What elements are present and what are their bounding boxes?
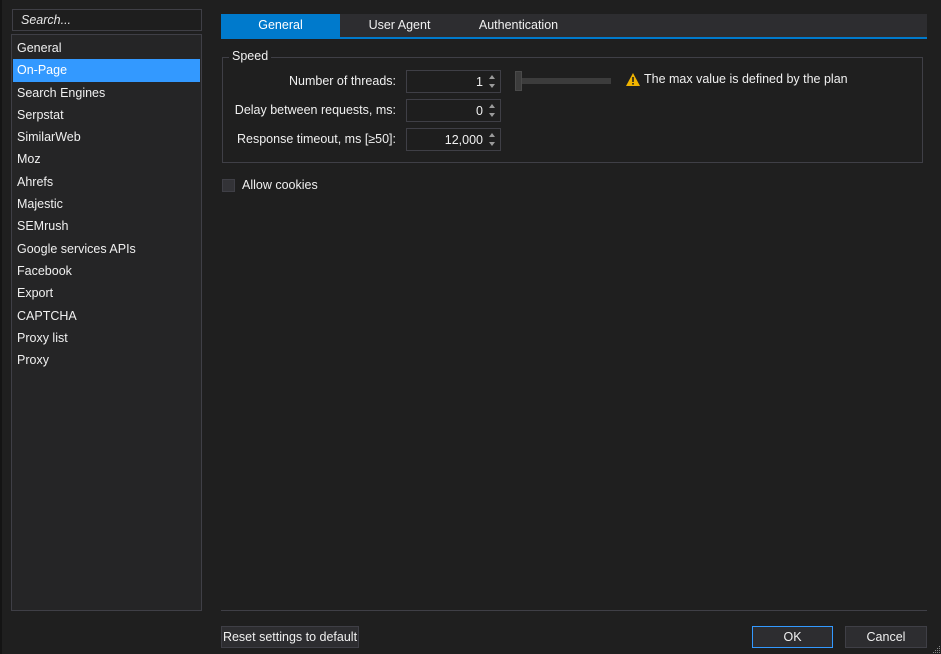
timeout-stepper[interactable] <box>406 128 501 151</box>
delay-stepper[interactable] <box>406 99 501 122</box>
spin-up-icon[interactable] <box>489 104 495 108</box>
threads-label: Number of threads: <box>289 74 396 88</box>
plan-warning: The max value is defined by the plan <box>626 72 848 86</box>
sidebar-item-similarweb[interactable]: SimilarWeb <box>12 126 201 148</box>
sidebar-item-semrush[interactable]: SEMrush <box>12 215 201 237</box>
sidebar-item-proxy-list[interactable]: Proxy list <box>12 327 201 349</box>
footer-divider <box>221 610 927 611</box>
allow-cookies-option[interactable]: Allow cookies <box>222 178 318 192</box>
threads-slider[interactable] <box>515 70 611 92</box>
speed-group: Speed Number of threads: The max value i… <box>222 49 923 163</box>
sidebar-item-export[interactable]: Export <box>12 282 201 304</box>
window-edge <box>0 0 2 654</box>
speed-group-title: Speed <box>229 49 272 63</box>
sidebar-item-captcha[interactable]: CAPTCHA <box>12 305 201 327</box>
spin-up-icon[interactable] <box>489 133 495 137</box>
threads-stepper[interactable] <box>406 70 501 93</box>
spin-down-icon[interactable] <box>489 113 495 117</box>
tab-authentication[interactable]: Authentication <box>459 14 578 37</box>
warning-icon <box>626 72 640 86</box>
warning-text: The max value is defined by the plan <box>644 72 848 86</box>
delay-label: Delay between requests, ms: <box>234 103 396 117</box>
sidebar-item-proxy[interactable]: Proxy <box>12 349 201 371</box>
sidebar-item-moz[interactable]: Moz <box>12 148 201 170</box>
search-input[interactable] <box>12 9 202 31</box>
spin-up-icon[interactable] <box>489 75 495 79</box>
delay-row: Delay between requests, ms: <box>223 99 523 122</box>
reset-defaults-button[interactable]: Reset settings to default <box>221 626 359 648</box>
timeout-row: Response timeout, ms [≥50]: <box>223 128 523 151</box>
allow-cookies-label: Allow cookies <box>242 178 318 192</box>
tab-bar: General User Agent Authentication <box>221 14 927 39</box>
sidebar-item-google-services-apis[interactable]: Google services APIs <box>12 238 201 260</box>
settings-nav-list: General On-Page Search Engines Serpstat … <box>11 34 202 611</box>
cancel-button[interactable]: Cancel <box>845 626 927 648</box>
spin-down-icon[interactable] <box>489 142 495 146</box>
timeout-input[interactable] <box>407 129 485 150</box>
timeout-label: Response timeout, ms [≥50]: <box>236 132 396 146</box>
threads-row: Number of threads: <box>223 70 523 93</box>
sidebar-item-facebook[interactable]: Facebook <box>12 260 201 282</box>
threads-input[interactable] <box>407 71 485 92</box>
slider-thumb[interactable] <box>515 71 522 91</box>
sidebar-item-on-page[interactable]: On-Page <box>13 59 200 82</box>
tab-general[interactable]: General <box>221 14 340 37</box>
sidebar-item-search-engines[interactable]: Search Engines <box>12 82 201 104</box>
sidebar-item-majestic[interactable]: Majestic <box>12 193 201 215</box>
slider-track <box>519 78 611 84</box>
allow-cookies-checkbox[interactable] <box>222 178 235 192</box>
sidebar-item-serpstat[interactable]: Serpstat <box>12 104 201 126</box>
resize-grip-icon[interactable] <box>931 644 941 654</box>
sidebar-item-ahrefs[interactable]: Ahrefs <box>12 171 201 193</box>
tab-user-agent[interactable]: User Agent <box>340 14 459 37</box>
sidebar-item-general[interactable]: General <box>12 37 201 59</box>
ok-button[interactable]: OK <box>752 626 833 648</box>
spin-down-icon[interactable] <box>489 84 495 88</box>
delay-input[interactable] <box>407 100 485 121</box>
